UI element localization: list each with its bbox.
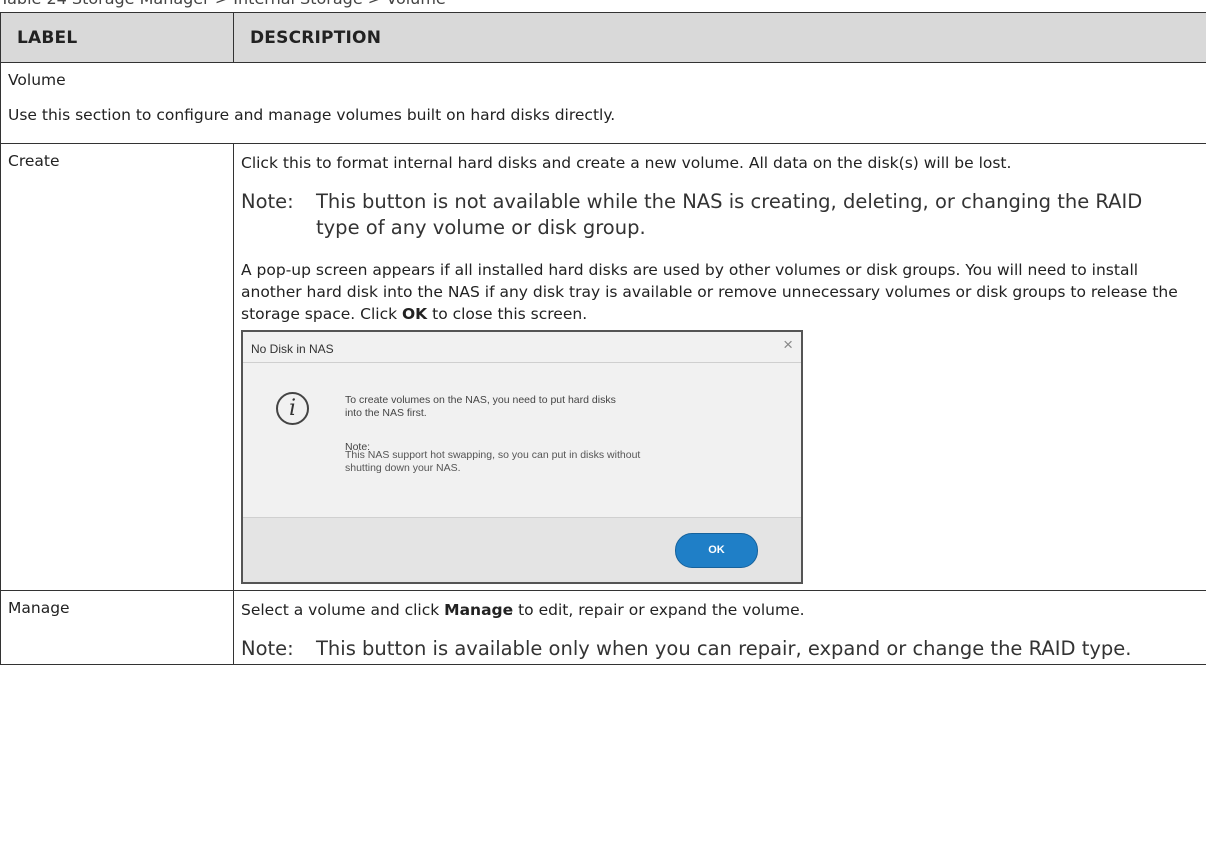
manage-note: Note: This button is available only when …: [241, 636, 1190, 662]
popup-text-bold: OK: [402, 305, 428, 323]
note-text: This button is not available while the N…: [316, 190, 1143, 239]
create-description: Click this to format internal hard disks…: [241, 154, 1012, 172]
close-icon[interactable]: ×: [783, 336, 793, 354]
popup-explanation: A pop-up screen appears if all installed…: [241, 259, 1190, 325]
row-label-create: Create: [0, 143, 234, 591]
ok-button[interactable]: OK: [675, 533, 758, 568]
manage-description: Select a volume and click Manage to edit…: [241, 599, 1190, 621]
table-row-create: Create Click this to format internal har…: [0, 143, 1206, 591]
table-header-row: LABEL DESCRIPTION: [0, 12, 1206, 63]
row-desc-create: Click this to format internal hard disks…: [233, 143, 1206, 591]
popup-text-after: to close this screen.: [427, 305, 588, 323]
section-row-volume: Volume Use this section to configure and…: [0, 62, 1206, 144]
volume-table: LABEL DESCRIPTION Volume Use this sectio…: [0, 12, 1206, 665]
table-row-manage: Manage Select a volume and click Manage …: [0, 590, 1206, 665]
dialog-message: To create volumes on the NAS, you need t…: [345, 394, 616, 419]
popup-text-before: A pop-up screen appears if all installed…: [241, 261, 1178, 323]
section-cell: Volume Use this section to configure and…: [0, 62, 1206, 144]
manage-desc-after: to edit, repair or expand the volume.: [513, 601, 805, 619]
dialog-title: No Disk in NAS: [251, 342, 334, 356]
dialog-note-text: This NAS support hot swapping, so you ca…: [345, 449, 641, 474]
header-label: LABEL: [0, 12, 234, 63]
dialog-divider: [243, 362, 801, 363]
manage-desc-bold: Manage: [444, 601, 514, 619]
manage-desc-before: Select a volume and click: [241, 601, 445, 619]
section-title: Volume: [8, 71, 66, 89]
row-label-manage: Manage: [0, 590, 234, 665]
info-icon: i: [276, 392, 309, 425]
header-description: DESCRIPTION: [233, 12, 1206, 63]
note-text: This button is available only when you c…: [316, 637, 1132, 660]
dialog-footer: OK: [243, 517, 801, 582]
no-disk-dialog: No Disk in NAS × i To create volumes on …: [241, 330, 803, 584]
create-note: Note: This button is not available while …: [241, 189, 1190, 241]
note-label: Note:: [241, 637, 294, 660]
note-label: Note:: [241, 190, 294, 213]
row-desc-manage: Select a volume and click Manage to edit…: [233, 590, 1206, 665]
section-description: Use this section to configure and manage…: [8, 106, 616, 124]
